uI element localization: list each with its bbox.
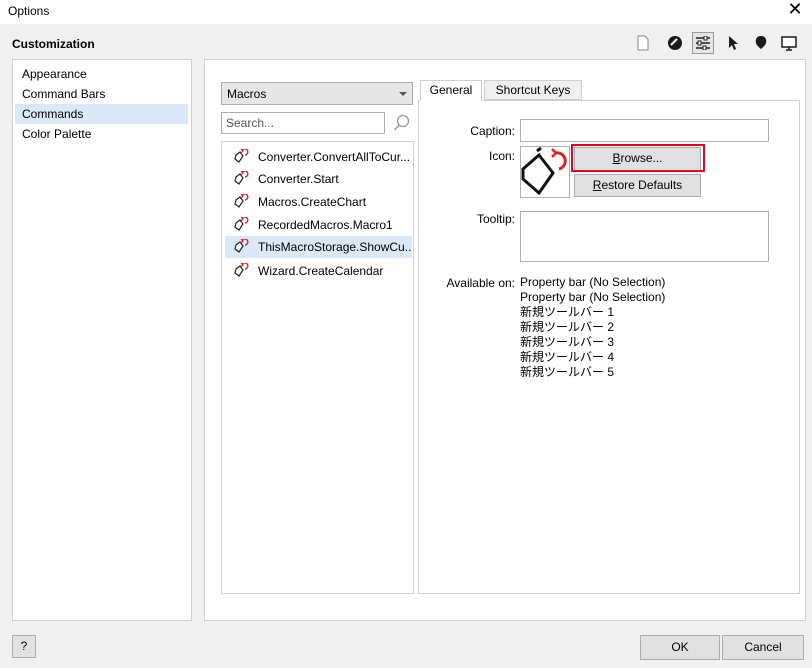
search-icon[interactable] (393, 113, 411, 133)
browse-button[interactable]: Browse... (574, 147, 701, 171)
chevron-down-icon (399, 92, 407, 96)
caption-field[interactable] (520, 119, 769, 142)
list-item[interactable]: Wizard.CreateCalendar (225, 260, 412, 282)
window-title: Options (8, 4, 50, 18)
category-dropdown[interactable]: Macros (221, 82, 413, 105)
list-item-label: Macros.CreateChart (258, 195, 367, 209)
restore-button-label: estore Defaults (601, 178, 683, 192)
nav-item-command-bars[interactable]: Command Bars (15, 84, 188, 104)
tooltip-label: Tooltip: (476, 212, 515, 226)
available-on-item: Property bar (No Selection) (520, 290, 666, 304)
tooltip-field[interactable] (520, 211, 769, 262)
available-on-label: Available on: (446, 276, 516, 290)
available-on-item: 新規ツールバー 3 (520, 335, 615, 349)
available-on-item: 新規ツールバー 1 (520, 305, 615, 319)
list-item[interactable]: Converter.ConvertAllToCur... (225, 146, 412, 168)
list-item[interactable]: ThisMacroStorage.ShowCu... (225, 236, 412, 258)
monitor-icon[interactable] (778, 32, 800, 54)
list-item[interactable]: Macros.CreateChart (225, 191, 412, 213)
balloon-icon[interactable] (750, 32, 772, 54)
browse-button-label: rowse... (620, 151, 663, 165)
cancel-button[interactable]: Cancel (722, 635, 804, 660)
tab-general[interactable]: General (420, 80, 482, 101)
available-on-item: 新規ツールバー 2 (520, 320, 615, 334)
available-on-item: 新規ツールバー 5 (520, 365, 615, 379)
close-icon[interactable]: ✕ (784, 0, 806, 20)
title-bar: Options ✕ (0, 0, 812, 24)
section-title: Customization (12, 37, 95, 51)
macro-icon (234, 194, 249, 208)
macro-icon (234, 239, 249, 253)
icon-preview (520, 146, 570, 198)
color-disc-icon[interactable] (664, 32, 686, 54)
macro-icon (234, 217, 249, 231)
available-on-item: Property bar (No Selection) (520, 275, 666, 289)
nav-item-commands[interactable]: Commands (15, 104, 188, 124)
nav-item-color-palette[interactable]: Color Palette (15, 124, 188, 144)
available-on-list: Property bar (No Selection) Property bar… (520, 275, 665, 380)
list-item-label: Converter.ConvertAllToCur... (258, 150, 411, 164)
caption-label: Caption: (470, 124, 515, 138)
ok-button[interactable]: OK (640, 635, 720, 660)
category-dropdown-value: Macros (227, 87, 267, 101)
command-list: Converter.ConvertAllToCur... Converter.S… (221, 141, 414, 594)
macro-icon (234, 263, 249, 277)
list-item-label: RecordedMacros.Macro1 (258, 218, 393, 232)
icon-label: Icon: (488, 149, 515, 163)
list-item[interactable]: Converter.Start (225, 168, 412, 190)
available-on-item: 新規ツールバー 4 (520, 350, 615, 364)
restore-defaults-button[interactable]: Restore Defaults (574, 174, 701, 197)
settings-sliders-icon[interactable] (692, 32, 714, 54)
tab-shortcut-keys[interactable]: Shortcut Keys (484, 80, 582, 100)
help-button[interactable]: ? (12, 635, 36, 658)
pointer-icon[interactable] (722, 32, 744, 54)
macro-icon (234, 171, 249, 185)
search-input[interactable] (221, 112, 385, 134)
list-item-label: Wizard.CreateCalendar (258, 264, 384, 278)
list-item-label: Converter.Start (258, 172, 339, 186)
nav-item-appearance[interactable]: Appearance (15, 64, 188, 84)
list-item-label: ThisMacroStorage.ShowCu... (258, 240, 412, 254)
page-icon[interactable] (632, 32, 654, 54)
macro-large-icon (521, 146, 567, 196)
browse-accelerator: B (612, 151, 621, 165)
category-nav: Appearance Command Bars Commands Color P… (12, 59, 192, 621)
macro-icon (234, 149, 249, 163)
list-item[interactable]: RecordedMacros.Macro1 (225, 214, 412, 236)
